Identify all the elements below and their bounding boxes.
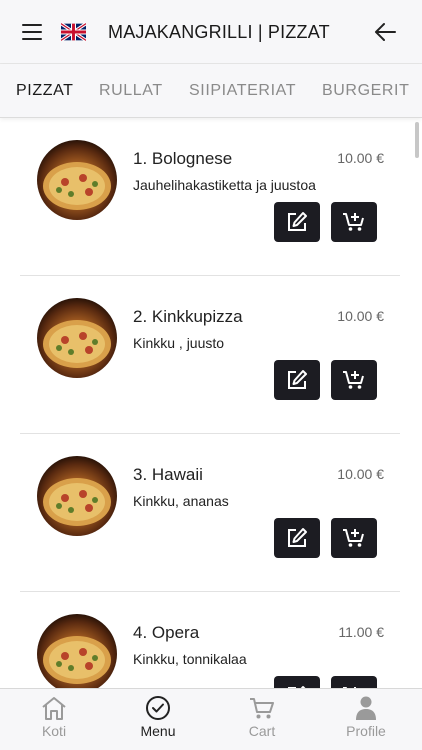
scrollbar-thumb[interactable] <box>415 122 419 158</box>
edit-button[interactable] <box>274 360 320 400</box>
item-price: 10.00 € <box>337 466 384 482</box>
nav-item-menu[interactable]: Menu <box>118 695 198 739</box>
nav-label-profile: Profile <box>346 723 386 739</box>
nav-item-koti[interactable]: Koti <box>14 695 94 739</box>
add-to-cart-button[interactable] <box>331 360 377 400</box>
list-item: 4. Opera 11.00 € Kinkku, tonnikalaa <box>20 592 400 688</box>
cart-plus-icon <box>343 213 364 231</box>
pizza-image <box>37 298 117 378</box>
add-to-cart-button[interactable] <box>331 676 377 688</box>
edit-icon <box>288 370 307 389</box>
cart-icon <box>250 698 274 719</box>
add-to-cart-button[interactable] <box>331 202 377 242</box>
cart-plus-icon <box>343 371 364 389</box>
menu-hamburger-icon[interactable] <box>22 24 42 40</box>
menu-list[interactable]: 1. Bolognese 10.00 € Jauhelihakastiketta… <box>0 118 422 688</box>
back-arrow-icon[interactable] <box>374 22 396 42</box>
tab-rullat[interactable]: RULLAT <box>99 82 163 100</box>
item-description: Kinkku, ananas <box>133 493 229 509</box>
edit-icon <box>288 528 307 547</box>
edit-button[interactable] <box>274 202 320 242</box>
bottom-navigation: Koti Menu Cart Profile <box>0 688 422 750</box>
uk-flag-icon[interactable] <box>61 22 86 42</box>
item-price: 11.00 € <box>338 624 384 640</box>
nav-label-koti: Koti <box>41 723 67 739</box>
page-title: MAJAKANGRILLI | PIZZAT <box>108 22 330 42</box>
person-icon <box>356 696 376 720</box>
list-item: 1. Bolognese 10.00 € Jauhelihakastiketta… <box>20 118 400 276</box>
item-price: 10.00 € <box>337 308 384 324</box>
home-icon <box>42 697 66 720</box>
list-item: 2. Kinkkupizza 10.00 € Kinkku , juusto <box>20 276 400 434</box>
item-description: Kinkku , juusto <box>133 335 225 351</box>
app-header: MAJAKANGRILLI | PIZZAT <box>0 0 422 64</box>
pizza-image <box>37 614 117 688</box>
pizza-image <box>37 456 117 536</box>
edit-icon <box>288 212 307 231</box>
add-to-cart-button[interactable] <box>331 518 377 558</box>
item-name: 1. Bolognese <box>133 149 233 168</box>
item-price: 10.00 € <box>337 150 384 166</box>
check-circle-icon <box>146 696 170 720</box>
item-description: Jauhelihakastiketta ja juustoa <box>133 177 316 193</box>
item-description: Kinkku, tonnikalaa <box>133 651 247 667</box>
nav-item-profile[interactable]: Profile <box>326 695 406 739</box>
tab-pizzat[interactable]: PIZZAT <box>16 82 74 100</box>
cart-plus-icon <box>343 529 364 547</box>
nav-label-menu: Menu <box>140 723 176 739</box>
pizza-image <box>37 140 117 220</box>
nav-item-cart[interactable]: Cart <box>222 695 302 739</box>
nav-label-cart: Cart <box>248 723 276 739</box>
tab-burgerit[interactable]: BURGERIT <box>322 82 409 100</box>
edit-button[interactable] <box>274 676 320 688</box>
edit-button[interactable] <box>274 518 320 558</box>
list-item: 3. Hawaii 10.00 € Kinkku, ananas <box>20 434 400 592</box>
item-name: 4. Opera <box>133 623 200 642</box>
item-name: 2. Kinkkupizza <box>133 307 243 326</box>
item-name: 3. Hawaii <box>133 465 203 484</box>
tab-siipiateriat[interactable]: SIIPIATERIAT <box>189 82 296 100</box>
category-tabs: PIZZAT RULLAT SIIPIATERIAT BURGERIT <box>0 64 422 118</box>
